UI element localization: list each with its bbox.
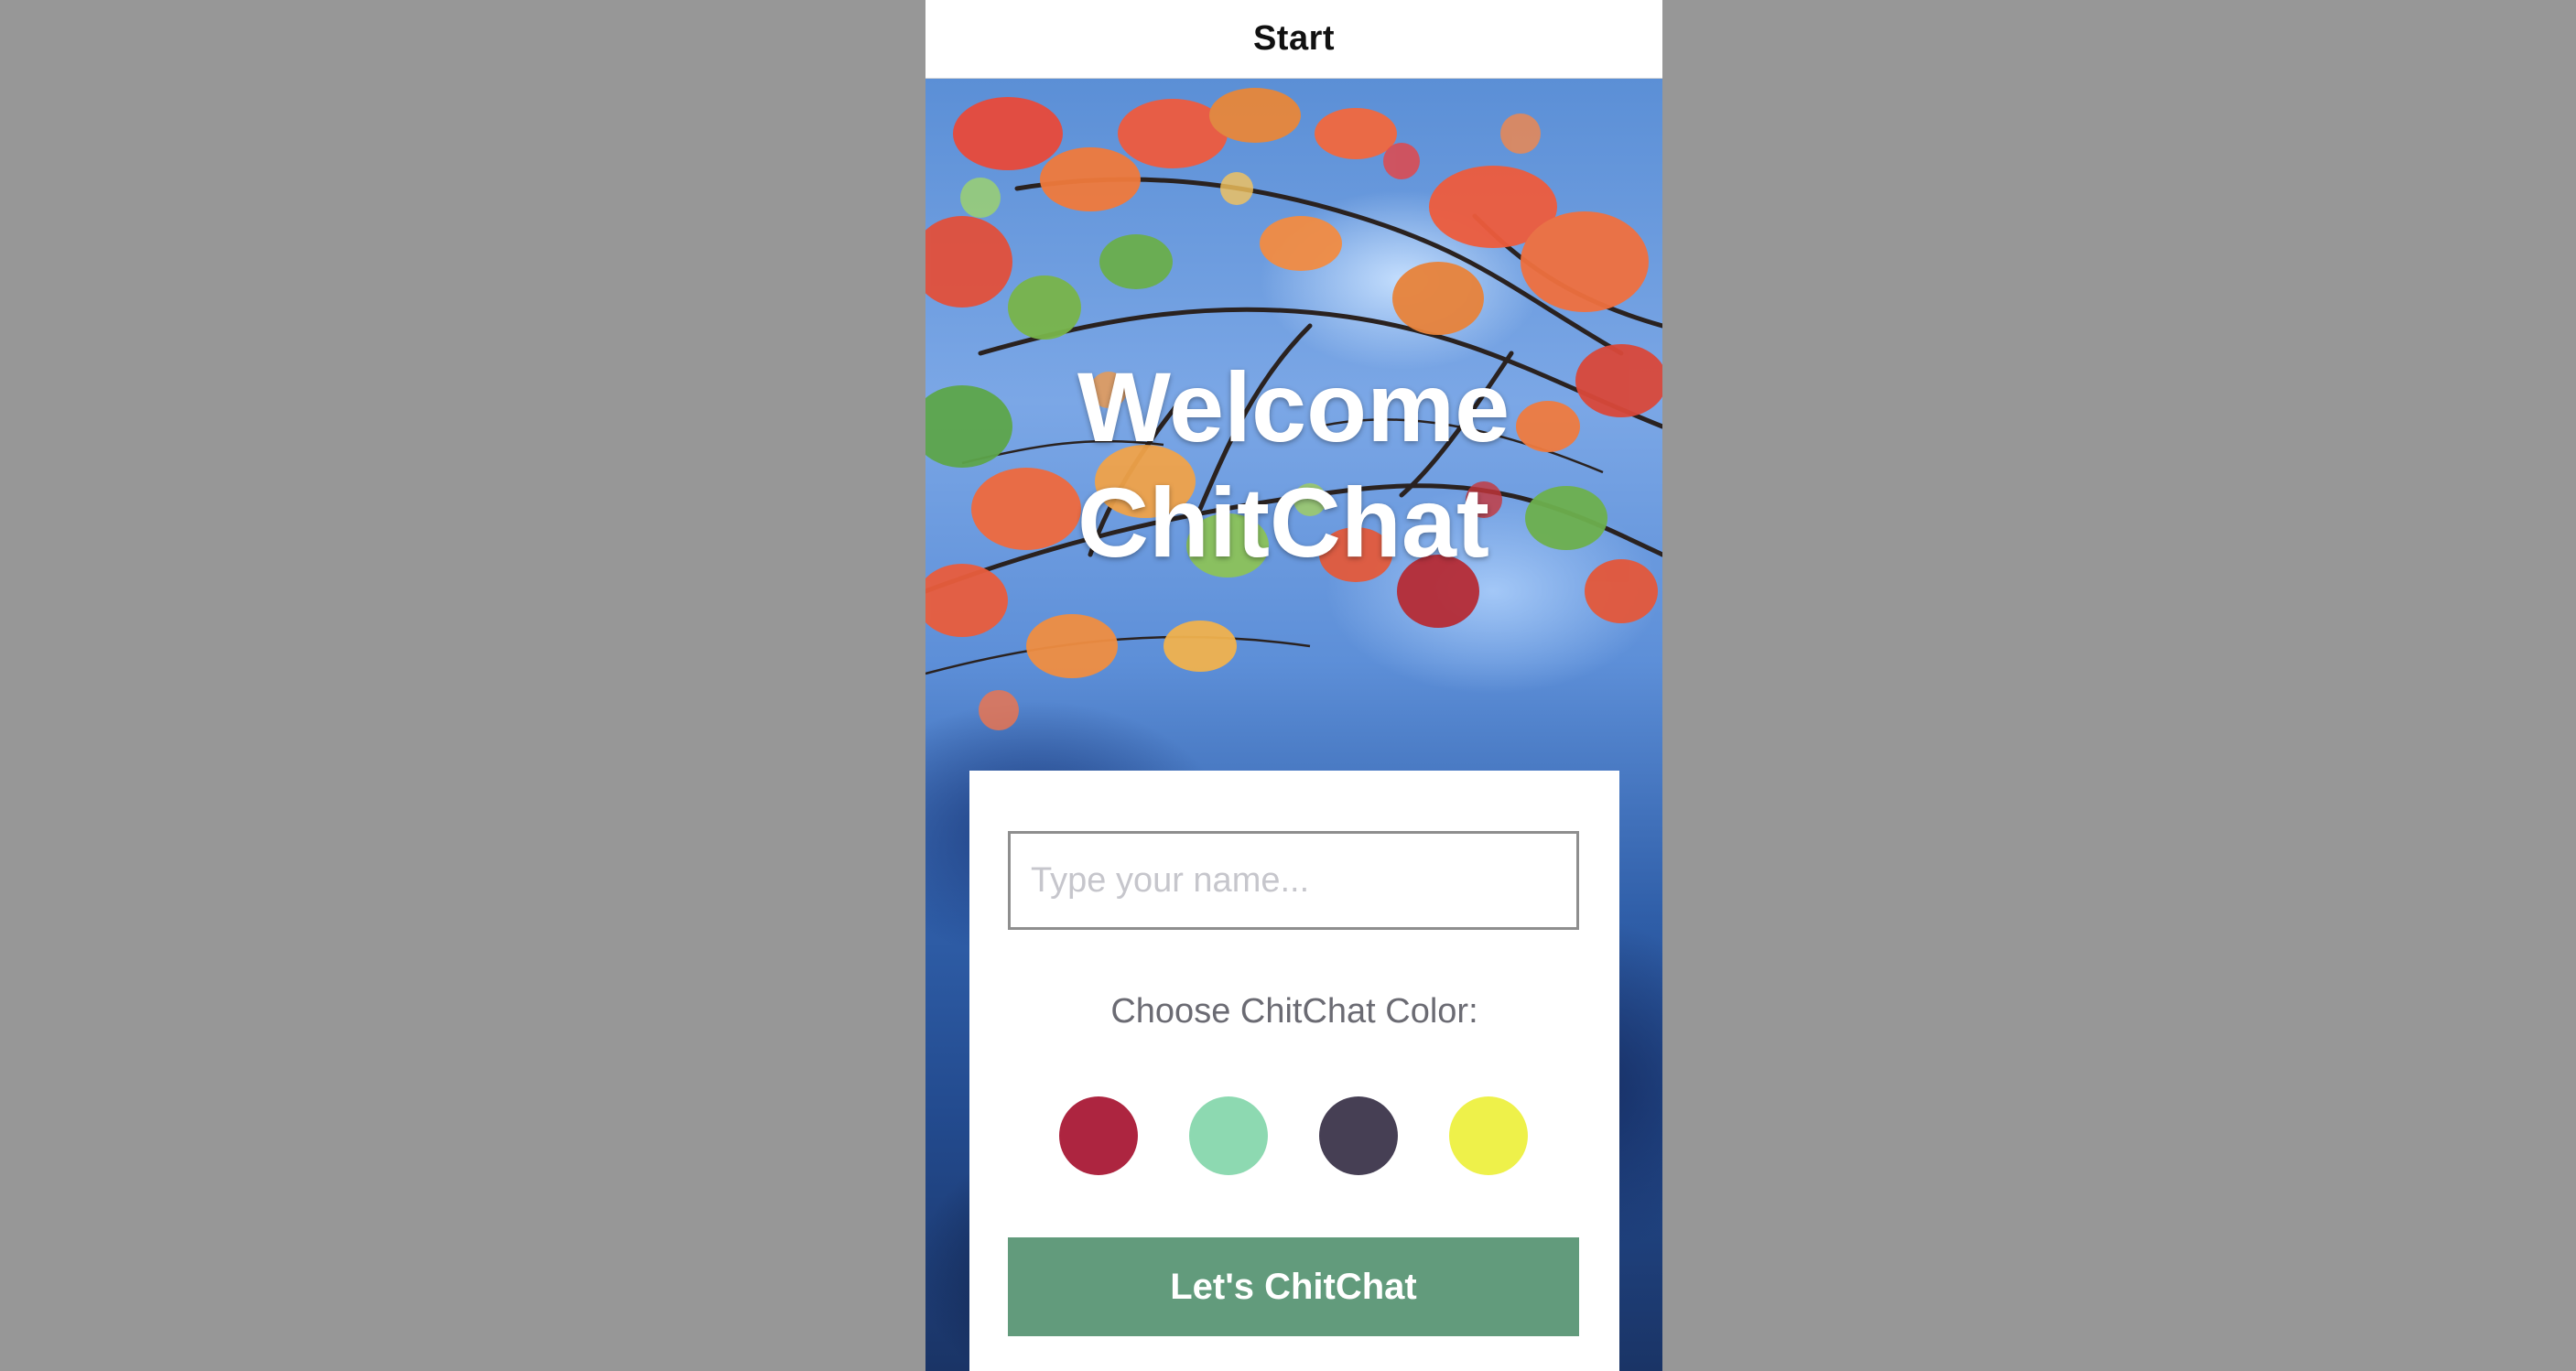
color-swatch-crimson[interactable] — [1059, 1096, 1138, 1175]
name-input[interactable] — [1008, 831, 1579, 930]
start-chat-button[interactable]: Let's ChitChat — [1008, 1237, 1579, 1336]
navigation-bar: Start — [925, 0, 1662, 79]
color-swatch-charcoal[interactable] — [1319, 1096, 1398, 1175]
color-choice-label: Choose ChitChat Color: — [1110, 992, 1478, 1031]
app-screen: Start Welcome ChitChat Type your name...… — [925, 0, 1662, 1371]
welcome-heading-line-2: ChitChat — [1077, 467, 1489, 578]
color-swatch-group — [1059, 1096, 1535, 1177]
color-swatch-mint[interactable] — [1189, 1096, 1268, 1175]
welcome-heading-line-1: Welcome — [1077, 351, 1510, 462]
nav-title: Start — [1252, 19, 1336, 58]
background-image: Welcome ChitChat Choose ChitChat Color: … — [925, 79, 1662, 1371]
color-swatch-yellow[interactable] — [1449, 1096, 1528, 1175]
start-form-card: Choose ChitChat Color: Let's ChitChat — [969, 771, 1619, 1371]
welcome-heading: Welcome ChitChat — [1077, 350, 1590, 580]
